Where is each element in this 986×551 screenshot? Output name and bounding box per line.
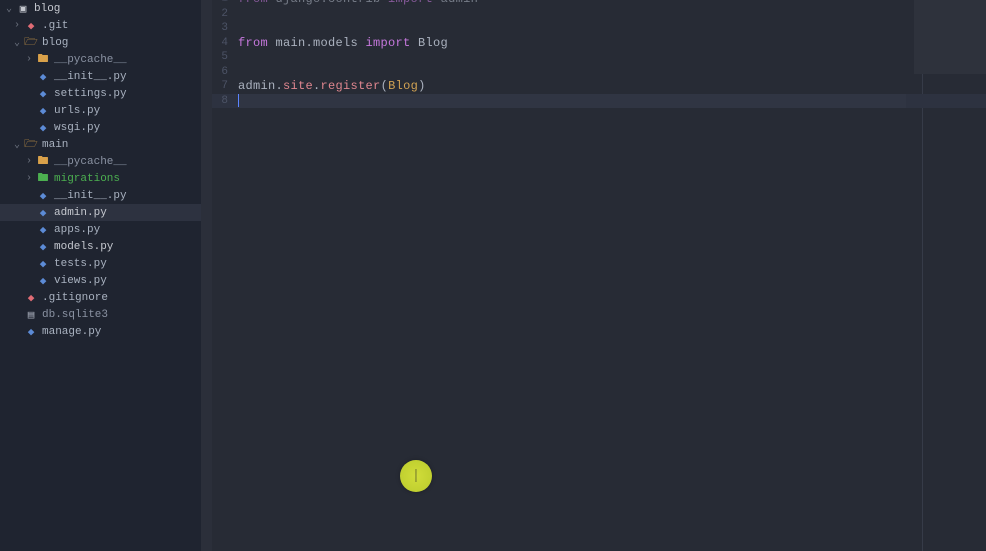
chevron-icon: › — [12, 20, 22, 31]
file-explorer-sidebar[interactable]: ⌄▣blog›◆.git⌄🗁blog›🖿__pycache__◆__init__… — [0, 0, 201, 551]
tree-item-label: __init__.py — [54, 71, 127, 83]
line-number: 8 — [212, 95, 238, 107]
tree-item-label: models.py — [54, 241, 113, 253]
folder-icon: 🖿 — [36, 155, 50, 169]
tree-item-label: .gitignore — [42, 292, 108, 304]
tree-item-label: manage.py — [42, 326, 101, 338]
chevron-icon: › — [24, 173, 34, 184]
tree-item-db-sqlite3[interactable]: ▤ db.sqlite3 — [0, 306, 201, 323]
tree-item--init-py[interactable]: ◆ __init__.py — [0, 187, 201, 204]
line-content: admin.site.register(Blog) — [238, 79, 426, 93]
tree-item-label: blog — [42, 37, 68, 49]
tree-item-tests-py[interactable]: ◆ tests.py — [0, 255, 201, 272]
tree-item-label: wsgi.py — [54, 122, 100, 134]
tree-item-label: __pycache__ — [54, 54, 127, 66]
cursor-indicator-icon — [400, 460, 432, 492]
tree-item-migrations[interactable]: ›🖿 migrations — [0, 170, 201, 187]
text-cursor — [238, 94, 239, 107]
python-file-icon: ◆ — [36, 274, 50, 288]
line-number: 4 — [212, 37, 238, 49]
tree-item-label: blog — [34, 3, 60, 15]
python-file-icon: ◆ — [24, 325, 38, 339]
code-line[interactable]: 5 — [212, 50, 986, 65]
folder-open-icon: 🗁 — [24, 138, 38, 152]
database-icon: ▤ — [24, 308, 38, 322]
python-file-icon: ◆ — [36, 189, 50, 203]
chevron-icon: ⌄ — [4, 3, 14, 15]
tree-item-views-py[interactable]: ◆ views.py — [0, 272, 201, 289]
tree-item-admin-py[interactable]: ◆ admin.py — [0, 204, 201, 221]
tree-item-label: __pycache__ — [54, 156, 127, 168]
python-file-icon: ◆ — [36, 87, 50, 101]
tree-item--pycache-[interactable]: ›🖿 __pycache__ — [0, 153, 201, 170]
git-icon: ◆ — [24, 19, 38, 33]
chevron-icon: ⌄ — [12, 139, 22, 151]
tree-item--git[interactable]: ›◆ .git — [0, 17, 201, 34]
python-file-icon: ◆ — [36, 206, 50, 220]
tree-item--init-py[interactable]: ◆ __init__.py — [0, 68, 201, 85]
folder-icon: 🖿 — [36, 53, 50, 67]
line-content: from django.contrib import admin — [238, 0, 478, 6]
tree-item-blog[interactable]: ⌄🗁 blog — [0, 34, 201, 51]
code-line[interactable]: 1from django.contrib import admin — [212, 0, 986, 7]
tree-item-label: tests.py — [54, 258, 107, 270]
tree-item--pycache-[interactable]: ›🖿 __pycache__ — [0, 51, 201, 68]
python-file-icon: ◆ — [36, 70, 50, 84]
line-number: 7 — [212, 80, 238, 92]
line-number: 3 — [212, 22, 238, 34]
python-file-icon: ◆ — [36, 257, 50, 271]
tree-item-label: migrations — [54, 173, 120, 185]
code-editor[interactable]: 1from django.contrib import admin234from… — [212, 0, 986, 551]
chevron-icon: › — [24, 156, 34, 167]
tree-item-apps-py[interactable]: ◆ apps.py — [0, 221, 201, 238]
line-content — [238, 94, 239, 108]
code-line[interactable]: 4from main.models import Blog — [212, 36, 986, 51]
git-icon: ◆ — [24, 291, 38, 305]
line-number: 2 — [212, 8, 238, 20]
line-content: from main.models import Blog — [238, 36, 448, 50]
tree-item-urls-py[interactable]: ◆ urls.py — [0, 102, 201, 119]
tree-item-main[interactable]: ⌄🗁 main — [0, 136, 201, 153]
python-file-icon: ◆ — [36, 121, 50, 135]
code-line[interactable]: 6 — [212, 65, 986, 80]
tree-item-label: settings.py — [54, 88, 127, 100]
chevron-icon: › — [24, 54, 34, 65]
tree-item-label: __init__.py — [54, 190, 127, 202]
tree-item--gitignore[interactable]: ◆ .gitignore — [0, 289, 201, 306]
tree-item-models-py[interactable]: ◆ models.py — [0, 238, 201, 255]
python-file-icon: ◆ — [36, 223, 50, 237]
tree-item-manage-py[interactable]: ◆ manage.py — [0, 323, 201, 340]
code-line[interactable]: 7admin.site.register(Blog) — [212, 79, 986, 94]
sidebar-gutter — [201, 0, 212, 551]
tree-item-label: views.py — [54, 275, 107, 287]
tree-item-label: admin.py — [54, 207, 107, 219]
line-number: 6 — [212, 66, 238, 78]
chevron-icon: ⌄ — [12, 37, 22, 49]
code-line[interactable]: 8 — [212, 94, 986, 109]
tree-item-settings-py[interactable]: ◆ settings.py — [0, 85, 201, 102]
line-number: 5 — [212, 51, 238, 63]
tree-item-label: urls.py — [54, 105, 100, 117]
tree-item-label: .git — [42, 20, 68, 32]
tree-item-label: apps.py — [54, 224, 100, 236]
code-line[interactable]: 2 — [212, 7, 986, 22]
python-file-icon: ◆ — [36, 240, 50, 254]
folder-open-icon: 🗁 — [24, 36, 38, 50]
tree-item-wsgi-py[interactable]: ◆ wsgi.py — [0, 119, 201, 136]
tree-item-label: db.sqlite3 — [42, 309, 108, 321]
tree-item-blog[interactable]: ⌄▣ blog — [0, 0, 201, 17]
python-file-icon: ◆ — [36, 104, 50, 118]
root-folder-icon: ▣ — [16, 2, 30, 16]
folder-icon: 🖿 — [36, 172, 50, 186]
line-number: 1 — [212, 0, 238, 5]
code-line[interactable]: 3 — [212, 21, 986, 36]
tree-item-label: main — [42, 139, 68, 151]
